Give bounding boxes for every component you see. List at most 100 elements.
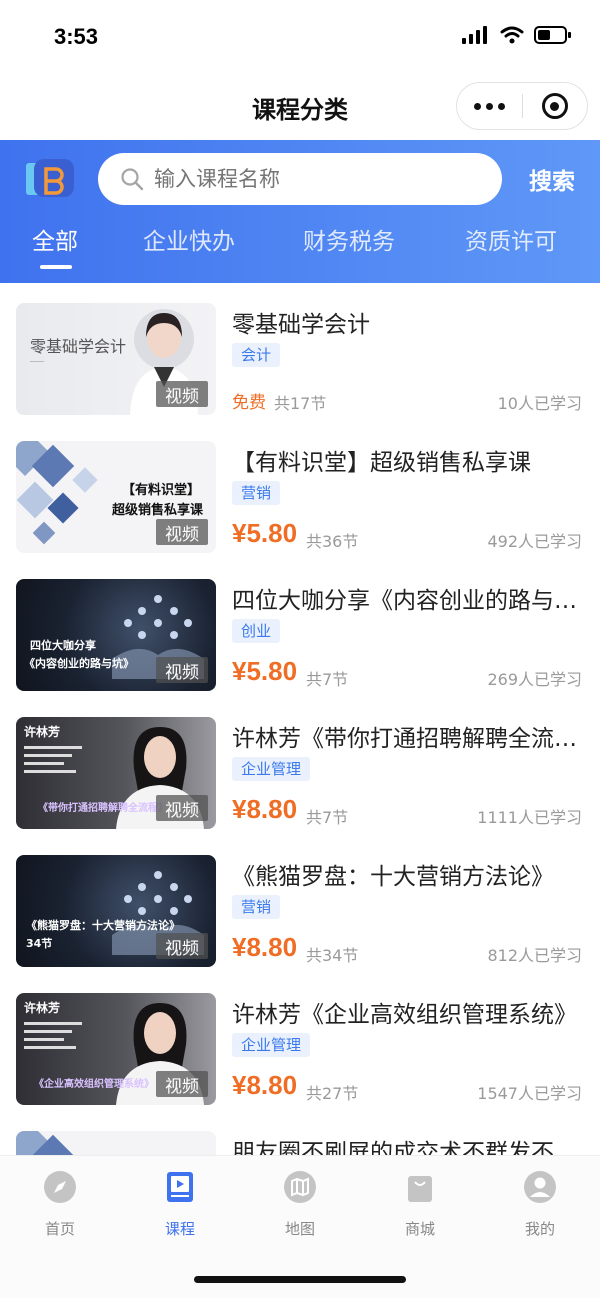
course-price: ¥8.80: [232, 794, 298, 824]
course-thumbnail: 【有料识堂】 超级销售私享课 视频: [16, 441, 216, 553]
map-icon: [284, 1171, 316, 1203]
course-title: 《熊猫罗盘：十大营销方法论》: [232, 864, 554, 890]
tab-bar-courses[interactable]: 课程: [120, 1170, 240, 1239]
thumbnail-subtitle: 《带你打通招聘解聘全流程》: [38, 803, 168, 814]
course-price: ¥8.80: [232, 1070, 298, 1100]
search-header: 搜索 全部 企业快办 财务税务 资质许可: [0, 140, 600, 283]
search-input[interactable]: [154, 167, 474, 191]
tab-bar-label: 商城: [404, 1220, 435, 1238]
thumbnail-title: 【有料识堂】: [122, 483, 201, 498]
course-tag: 企业管理: [232, 1033, 311, 1057]
tab-bar-label: 课程: [164, 1220, 195, 1238]
close-target-icon: [541, 93, 568, 119]
search-button[interactable]: 搜索: [529, 162, 575, 196]
tab-bar-label: 我的: [524, 1220, 555, 1238]
thumbnail-subtitle: 《内容创业的路与坑》: [24, 657, 134, 670]
tab-bar-label: 首页: [44, 1220, 75, 1238]
mini-program-capsule: [456, 82, 588, 130]
course-thumbnail: 零基础学会计 视频: [16, 303, 216, 415]
course-lessons: 共7节: [306, 808, 349, 827]
thumbnail-subtitle: 超级销售私享课: [112, 503, 204, 518]
thumbnail-subtitle: 34节: [26, 937, 53, 950]
tab-bar-home[interactable]: 首页: [0, 1170, 120, 1239]
course-tag: 营销: [232, 895, 281, 919]
shopping-bag-icon: [408, 1176, 432, 1202]
course-learned-count: 10人已学习: [497, 394, 582, 413]
tab-all[interactable]: 全部: [32, 222, 78, 256]
course-item[interactable]: 《熊猫罗盘：十大营销方法论》 34节 视频 《熊猫罗盘：十大营销方法论》 营销 …: [0, 835, 600, 973]
course-learned-count: 812人已学习: [487, 946, 582, 965]
compass-icon: [44, 1171, 76, 1203]
course-title: 许林芳《带你打通招聘解聘全流程》: [232, 726, 584, 752]
video-badge: 视频: [156, 933, 208, 959]
course-tag: 营销: [232, 481, 281, 505]
brand-logo-icon: [26, 159, 74, 197]
more-button[interactable]: [457, 83, 522, 129]
active-tab-indicator: [40, 265, 72, 269]
course-lessons: 共7节: [306, 670, 349, 689]
course-tag: 企业管理: [232, 757, 311, 781]
course-item[interactable]: 四位大咖分享 《内容创业的路与坑》 视频 四位大咖分享《内容创业的路与坑》 创业…: [0, 559, 600, 697]
search-icon: [121, 168, 144, 191]
thumbnail-bio-lines: [24, 1019, 88, 1059]
book-icon: [167, 1172, 193, 1202]
video-badge: 视频: [156, 657, 208, 683]
course-learned-count: 1111人已学习: [477, 808, 582, 827]
tab-finance-tax[interactable]: 财务税务: [303, 222, 395, 256]
signal-icon: [462, 26, 487, 44]
course-price: 免费: [232, 393, 266, 413]
thumbnail-name: 许林芳: [24, 725, 61, 739]
wifi-icon: [500, 26, 524, 44]
thumbnail-title: 零基础学会计: [30, 337, 127, 356]
course-price: ¥5.80: [232, 518, 298, 548]
course-learned-count: 492人已学习: [487, 532, 582, 551]
category-tabs: 全部 企业快办 财务税务 资质许可: [0, 222, 600, 282]
course-lessons: 共27节: [306, 1084, 359, 1103]
thumbnail-bio-lines: [24, 743, 88, 783]
thumbnail-subtitle: 《企业高效组织管理系统》: [34, 1079, 154, 1090]
course-tag: 会计: [232, 343, 281, 367]
course-tag: 创业: [232, 619, 281, 643]
thumbnail-title: 四位大咖分享: [30, 639, 96, 652]
close-button[interactable]: [523, 83, 587, 129]
tab-bar-profile[interactable]: 我的: [480, 1170, 600, 1239]
video-badge: 视频: [156, 519, 208, 545]
course-title: 零基础学会计: [232, 312, 370, 338]
course-lessons: 共36节: [306, 532, 359, 551]
home-indicator[interactable]: [194, 1276, 406, 1283]
video-badge: 视频: [156, 1071, 208, 1097]
status-bar: 3:53: [0, 0, 600, 72]
status-icons: [462, 26, 572, 44]
course-price: ¥8.80: [232, 932, 298, 962]
title-bar: 课程分类: [0, 72, 600, 140]
more-dot-icon: [498, 102, 505, 110]
tab-bar-map[interactable]: 地图: [240, 1170, 360, 1239]
tab-bar-shop[interactable]: 商城: [360, 1170, 480, 1239]
status-time: 3:53: [54, 24, 99, 49]
course-item[interactable]: 零基础学会计 视频 零基础学会计 会计 免费 共17节 10人已学习: [0, 283, 600, 421]
course-learned-count: 1547人已学习: [477, 1084, 582, 1103]
video-badge: 视频: [156, 381, 208, 407]
course-lessons: 共17节: [274, 394, 327, 413]
course-item[interactable]: 许林芳 《企业高效组织管理系统》 视频 许林芳《企业高效组织管理系统》 企业管理…: [0, 973, 600, 1111]
thumbnail-graphic: [16, 441, 98, 545]
tab-qualification[interactable]: 资质许可: [465, 222, 557, 256]
course-thumbnail: 许林芳 《企业高效组织管理系统》 视频: [16, 993, 216, 1105]
tab-bar-label: 地图: [284, 1220, 315, 1238]
course-title: 许林芳《企业高效组织管理系统》: [232, 1002, 577, 1028]
search-box[interactable]: [98, 153, 502, 205]
course-title: 【有料识堂】超级销售私享课: [232, 450, 531, 476]
course-item[interactable]: 许林芳 《带你打通招聘解聘全流程》 视频 许林芳《带你打通招聘解聘全流程》 企业…: [0, 697, 600, 835]
thumbnail-title: 《熊猫罗盘：十大营销方法论》: [26, 919, 180, 932]
battery-icon: [534, 26, 571, 44]
course-thumbnail: 许林芳 《带你打通招聘解聘全流程》 视频: [16, 717, 216, 829]
tab-enterprise-service[interactable]: 企业快办: [143, 222, 235, 256]
course-thumbnail: 《熊猫罗盘：十大营销方法论》 34节 视频: [16, 855, 216, 967]
course-lessons: 共34节: [306, 946, 359, 965]
thumbnail-name: 许林芳: [24, 1001, 61, 1015]
more-dot-icon: [474, 102, 481, 110]
course-item[interactable]: 【有料识堂】 超级销售私享课 视频 【有料识堂】超级销售私享课 营销 ¥5.80…: [0, 421, 600, 559]
course-learned-count: 269人已学习: [487, 670, 582, 689]
user-icon: [524, 1171, 556, 1203]
more-dot-icon: [486, 102, 493, 110]
